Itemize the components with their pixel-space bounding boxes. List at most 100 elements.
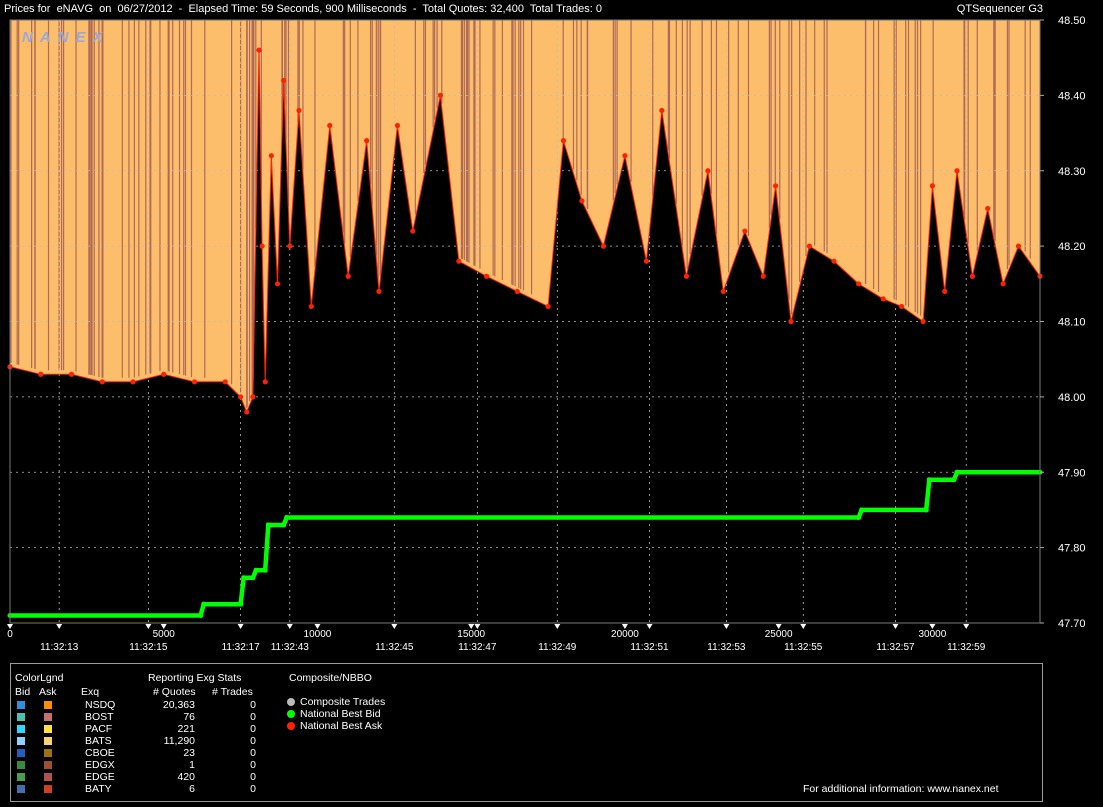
ask-point [244, 409, 250, 415]
composite-title: Composite/NBBO [289, 672, 372, 684]
time-tick-marker [963, 624, 970, 629]
y-tick-label: 48.00 [1058, 392, 1086, 404]
x-tick-label: 15000 [457, 629, 485, 640]
y-tick-label: 47.90 [1058, 467, 1086, 479]
composite-label: National Best Ask [300, 720, 383, 732]
quote-count: 11,290 [163, 735, 195, 747]
time-tick-marker [554, 624, 561, 629]
exchange-name: BATY [85, 783, 112, 795]
exchange-row: NSDQ 20,363 0 [11, 699, 311, 711]
trade-count: 0 [250, 783, 256, 795]
bid-point [238, 601, 244, 607]
y-tick-label: 48.20 [1058, 241, 1086, 253]
ask-point [327, 122, 333, 129]
exchange-row: EDGE 420 0 [11, 771, 311, 783]
ask-point [38, 371, 44, 377]
ask-point [969, 273, 975, 279]
time-tick-label: 11:32:13 [40, 642, 79, 653]
ask-swatch [44, 737, 52, 745]
bid-swatch [17, 749, 25, 757]
trade-count: 0 [250, 759, 256, 771]
time-tick-label: 11:32:45 [375, 642, 414, 653]
bid-point [926, 477, 932, 483]
footer-link[interactable]: For additional information: www.nanex.ne… [803, 783, 999, 795]
bid-point [250, 575, 256, 581]
ask-point [296, 107, 302, 114]
time-tick-label: 11:32:57 [876, 642, 915, 653]
x-tick-label: 5000 [153, 629, 176, 640]
ask-point [259, 243, 265, 249]
quote-count: 221 [177, 723, 195, 735]
ask-point [345, 273, 351, 279]
ask-point [268, 153, 274, 159]
x-tick-label: 30000 [918, 629, 946, 640]
ask-point [130, 379, 136, 385]
ask-point [600, 243, 607, 249]
exchange-name: PACF [85, 723, 113, 735]
ask-point [942, 288, 948, 294]
price-chart: NANEX 48.50 48.40 48.30 48.20 48.10 48.00 47.9… [7, 15, 1086, 653]
quote-count: 1 [189, 759, 195, 771]
quote-count: 76 [183, 711, 195, 723]
time-tick-marker [892, 624, 899, 629]
bid-swatch [17, 713, 25, 721]
ask-point [376, 288, 382, 294]
exchange-name: EDGX [85, 759, 115, 771]
bid-swatch [17, 737, 25, 745]
bid-point [241, 575, 247, 581]
bid-point [859, 507, 865, 513]
ask-swatch [44, 785, 52, 793]
y-tick-label: 48.30 [1058, 166, 1086, 178]
ask-point [237, 394, 244, 400]
ask-point [394, 122, 401, 129]
bid-point [951, 477, 957, 483]
ask-point [222, 379, 228, 385]
time-tick-marker [800, 624, 807, 629]
ask-point [831, 258, 837, 264]
y-tick-label: 47.70 [1058, 618, 1086, 630]
y-axis: 48.50 48.40 48.30 48.20 48.10 48.00 47.90 47.80… [1040, 15, 1086, 630]
ask-point [545, 303, 551, 310]
color-legend-title: ColorLgnd [15, 672, 64, 684]
ask-swatch [44, 749, 52, 757]
bid-point [954, 469, 960, 475]
ask-point [954, 168, 960, 174]
nanex-watermark: NANEX [22, 29, 110, 46]
bid-header: Bid [15, 686, 31, 698]
bid-point [253, 567, 259, 573]
time-tick-label: 11:32:53 [707, 642, 746, 653]
ask-swatch [44, 701, 52, 709]
exchange-name: BATS [85, 735, 112, 747]
ask-point [683, 273, 690, 279]
bid-point [265, 522, 271, 528]
col-exchange: Exq [81, 686, 100, 698]
ask-point [250, 394, 256, 400]
exchange-row: PACF 221 0 [11, 723, 311, 735]
exchange-name: BOST [85, 711, 114, 723]
ask-point [456, 258, 462, 264]
bid-swatch [17, 725, 25, 733]
ask-point [806, 243, 813, 249]
ask-point [659, 107, 665, 114]
trade-count: 0 [250, 723, 256, 735]
quote-count: 6 [189, 783, 195, 795]
ask-point [880, 296, 886, 302]
time-tick-label: 11:32:17 [222, 642, 261, 653]
ask-point [705, 168, 711, 174]
y-tick-label: 48.40 [1058, 90, 1086, 102]
ask-point [68, 371, 75, 377]
exchange-name: NSDQ [85, 699, 116, 711]
y-tick-label: 48.50 [1058, 15, 1086, 27]
exchange-name: EDGE [85, 771, 115, 783]
time-tick-label: 11:32:59 [947, 642, 986, 653]
ask-point [622, 153, 628, 159]
time-tick-label: 11:32:43 [271, 642, 310, 653]
ask-point [161, 371, 167, 377]
x-axis: 0 5000 10000 15000 20000 25000 30000 11:32:13 11… [7, 624, 986, 653]
quote-count: 23 [183, 747, 195, 759]
ask-point [191, 379, 198, 385]
quote-count: 420 [177, 771, 195, 783]
ask-point [99, 379, 105, 385]
stats-title: Reporting Exg Stats [148, 672, 242, 684]
bid-swatch [17, 701, 25, 709]
